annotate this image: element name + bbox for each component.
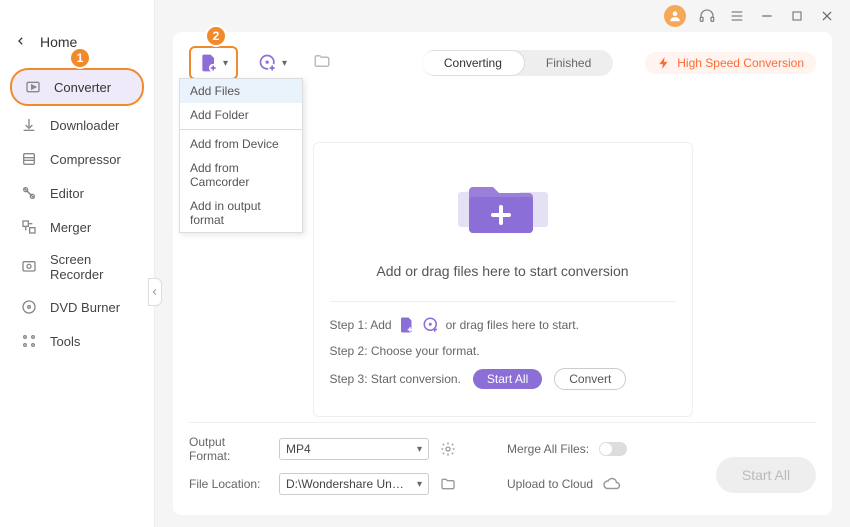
open-folder-icon[interactable] [439,475,457,493]
chevron-down-icon: ▾ [223,58,228,69]
sidebar-item-label: Merger [50,220,91,235]
dropzone[interactable]: Add or drag files here to start conversi… [313,142,693,417]
annotation-badge-2: 2 [205,25,227,47]
step-1-prefix: Step 1: Add [330,318,392,332]
settings-gear-icon[interactable] [439,440,457,458]
upload-cloud-label: Upload to Cloud [507,477,593,491]
sidebar-item-label: Converter [54,80,111,95]
dropdown-add-in-output-format[interactable]: Add in output format [180,194,302,232]
annotation-badge-1: 1 [69,47,91,69]
merger-icon [20,218,38,236]
add-file-icon [398,316,416,334]
high-speed-label: High Speed Conversion [677,56,804,70]
sidebar-item-downloader[interactable]: Downloader [0,108,154,142]
merge-all-toggle[interactable] [599,442,627,456]
dropdown-add-folder[interactable]: Add Folder [180,103,302,127]
add-file-button[interactable]: ▾ [189,46,238,80]
step-3-text: Step 3: Start conversion. [330,372,461,386]
dropdown-add-from-camcorder[interactable]: Add from Camcorder [180,156,302,194]
step-3: Step 3: Start conversion. Start All Conv… [330,368,676,390]
step-1: Step 1: Add or drag files here to start. [330,316,676,334]
file-location-value: D:\Wondershare UniConverter 1 [286,477,406,491]
toolbar: ▾ ▾ Converting Finished High Speed Conve… [189,46,816,80]
sidebar-item-label: Screen Recorder [50,252,140,282]
downloader-icon [20,116,38,134]
convert-pill[interactable]: Convert [554,368,626,390]
sidebar-item-label: Compressor [50,152,121,167]
chevron-down-icon: ▾ [417,479,422,490]
back-icon[interactable] [16,33,26,51]
chevron-down-icon: ▾ [282,58,287,69]
dropdown-add-files[interactable]: Add Files [180,79,302,103]
file-location-label: File Location: [189,477,269,491]
sidebar-item-label: DVD Burner [50,300,120,315]
add-disc-icon [422,316,440,334]
sidebar-item-tools[interactable]: Tools [0,324,154,358]
dropdown-separator [180,129,302,130]
steps-panel: Step 1: Add or drag files here to start.… [330,301,676,390]
sidebar-item-label: Editor [50,186,84,201]
tools-icon [20,332,38,350]
add-disc-icon [258,53,278,73]
dropzone-text: Add or drag files here to start conversi… [330,263,676,279]
sidebar-item-screen-recorder[interactable]: Screen Recorder [0,244,154,290]
home-label[interactable]: Home [40,34,77,50]
sidebar-item-label: Tools [50,334,80,349]
output-format-select[interactable]: MP4 ▾ [279,438,429,460]
tab-finished[interactable]: Finished [524,50,613,76]
tab-converting[interactable]: Converting [422,50,525,76]
compressor-icon [20,150,38,168]
status-tabs: Converting Finished [422,50,613,76]
output-format-label: Output Format: [189,435,269,463]
sidebar-item-label: Downloader [50,118,119,133]
start-all-button[interactable]: Start All [716,457,816,493]
start-all-pill[interactable]: Start All [473,369,542,389]
merge-all-label: Merge All Files: [507,442,589,456]
screen-recorder-icon [20,258,38,276]
dropdown-add-from-device[interactable]: Add from Device [180,132,302,156]
dvd-burner-icon [20,298,38,316]
folder-open-icon[interactable] [313,52,331,75]
step-2: Step 2: Choose your format. [330,344,676,358]
editor-icon [20,184,38,202]
converter-icon [24,78,42,96]
cloud-icon[interactable] [603,475,621,493]
lightning-icon [657,56,671,70]
sidebar-item-dvd-burner[interactable]: DVD Burner [0,290,154,324]
sidebar-item-merger[interactable]: Merger [0,210,154,244]
sidebar-item-editor[interactable]: Editor [0,176,154,210]
add-disc-button[interactable]: ▾ [250,48,295,78]
add-file-icon [199,53,219,73]
add-file-dropdown: Add Files Add Folder Add from Device Add… [179,78,303,233]
output-format-value: MP4 [286,442,311,456]
chevron-down-icon: ▾ [417,444,422,455]
high-speed-badge[interactable]: High Speed Conversion [645,52,816,74]
sidebar-item-compressor[interactable]: Compressor [0,142,154,176]
sidebar: Home Converter Downloader Compressor Edi… [0,0,155,527]
folder-illustration [330,167,676,247]
step-1-suffix: or drag files here to start. [446,318,579,332]
sidebar-item-converter[interactable]: Converter [10,68,144,106]
file-location-select[interactable]: D:\Wondershare UniConverter 1 ▾ [279,473,429,495]
collapse-sidebar-icon[interactable] [148,278,162,306]
